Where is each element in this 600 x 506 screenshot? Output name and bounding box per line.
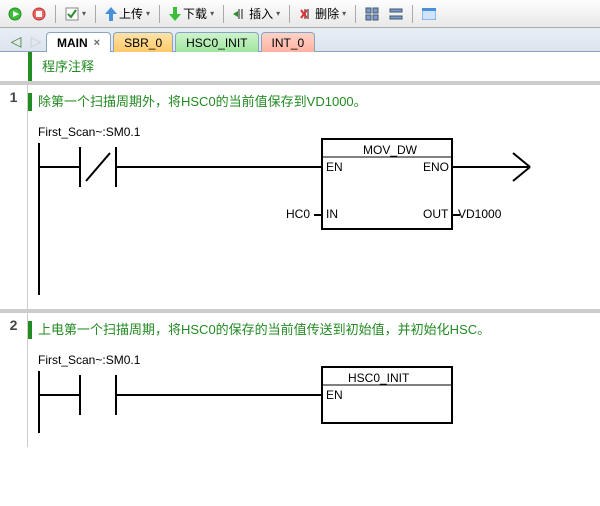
tab-main[interactable]: MAIN ×	[46, 32, 111, 52]
ladder-rung-2: First_Scan~:SM0.1 HSC0_INIT EN	[38, 353, 590, 433]
play-icon	[8, 7, 22, 21]
contact-label: First_Scan~:SM0.1	[38, 353, 140, 367]
toolbar-separator	[412, 5, 413, 23]
delete-icon	[299, 7, 313, 21]
network-content[interactable]: 除第一个扫描周期外，将HSC0的当前值保存到VD1000。 First_Scan…	[28, 85, 600, 309]
contact-label: First_Scan~:SM0.1	[38, 125, 140, 139]
arrow-down-icon	[169, 7, 181, 21]
toolbar-separator	[355, 5, 356, 23]
gutter	[0, 52, 28, 81]
stack-icon	[389, 7, 403, 21]
tab-hsc0-init[interactable]: HSC0_INIT	[175, 32, 258, 52]
out-value: VD1000	[458, 207, 501, 221]
ladder-editor: 程序注释 1 除第一个扫描周期外，将HSC0的当前值保存到VD1000。 Fir…	[0, 52, 600, 506]
run-button[interactable]	[4, 5, 26, 23]
tab-bar: ◁ ▷ MAIN × SBR_0 HSC0_INIT INT_0	[0, 28, 600, 52]
tab-label: SBR_0	[124, 36, 162, 50]
tab-int0[interactable]: INT_0	[261, 32, 316, 52]
arrow-up-icon	[105, 7, 117, 21]
delete-button[interactable]: 删除 ▾	[295, 3, 350, 24]
block-title: HSC0_INIT	[348, 371, 409, 385]
compile-button[interactable]: ▾	[61, 5, 90, 23]
check-icon	[65, 7, 79, 21]
network-number: 1	[0, 85, 28, 309]
pin-in: IN	[326, 207, 338, 221]
program-comment-title: 程序注释	[28, 52, 600, 81]
grid-icon	[365, 7, 379, 21]
download-label: 下载	[183, 5, 207, 22]
network-2: 2 上电第一个扫描周期，将HSC0的保存的当前值传送到初始值，并初始化HSC。 …	[0, 313, 600, 447]
stop-button[interactable]	[28, 5, 50, 23]
network-comment: 上电第一个扫描周期，将HSC0的保存的当前值传送到初始值，并初始化HSC。	[28, 321, 590, 339]
ladder-rung-1: First_Scan~:SM0.1 MOV_DW EN ENO IN OUT H…	[38, 125, 590, 295]
network-comment: 除第一个扫描周期外，将HSC0的当前值保存到VD1000。	[28, 93, 590, 111]
stop-icon	[32, 7, 46, 21]
pin-en: EN	[326, 388, 343, 402]
chevron-down-icon: ▾	[146, 9, 150, 18]
network-1: 1 除第一个扫描周期外，将HSC0的当前值保存到VD1000。 First_Sc…	[0, 85, 600, 313]
close-icon[interactable]: ×	[94, 37, 100, 49]
toolbar-separator	[95, 5, 96, 23]
toolbar-separator	[55, 5, 56, 23]
insert-icon	[233, 7, 247, 21]
tab-nav-prev[interactable]: ◁	[6, 31, 26, 51]
toolbar-separator	[223, 5, 224, 23]
toolbar-separator	[159, 5, 160, 23]
pin-en: EN	[326, 160, 343, 174]
toolbar: ▾ 上传 ▾ 下载 ▾ 插入 ▾ 删除 ▾	[0, 0, 600, 28]
network-content[interactable]: 上电第一个扫描周期，将HSC0的保存的当前值传送到初始值，并初始化HSC。 Fi…	[28, 313, 600, 447]
tab-label: INT_0	[272, 36, 305, 50]
chevron-down-icon: ▾	[82, 9, 86, 18]
block-title: MOV_DW	[363, 143, 417, 157]
toolbar-separator	[289, 5, 290, 23]
tab-label: MAIN	[57, 36, 88, 50]
download-button[interactable]: 下载 ▾	[165, 3, 218, 24]
insert-label: 插入	[249, 5, 273, 22]
in-value: HC0	[286, 207, 310, 221]
tab-nav-next[interactable]: ▷	[26, 31, 46, 51]
delete-label: 删除	[315, 5, 339, 22]
pin-eno: ENO	[423, 160, 449, 174]
pin-out: OUT	[423, 207, 448, 221]
view1-button[interactable]	[361, 5, 383, 23]
insert-button[interactable]: 插入 ▾	[229, 3, 284, 24]
window-button[interactable]	[418, 6, 440, 22]
chevron-down-icon: ▾	[276, 9, 280, 18]
tab-label: HSC0_INIT	[186, 36, 247, 50]
chevron-down-icon: ▾	[210, 9, 214, 18]
upload-button[interactable]: 上传 ▾	[101, 3, 154, 24]
chevron-down-icon: ▾	[342, 9, 346, 18]
upload-label: 上传	[119, 5, 143, 22]
view2-button[interactable]	[385, 5, 407, 23]
tab-sbr0[interactable]: SBR_0	[113, 32, 173, 52]
network-number: 2	[0, 313, 28, 447]
window-icon	[422, 8, 436, 20]
program-comment-row: 程序注释	[0, 52, 600, 85]
